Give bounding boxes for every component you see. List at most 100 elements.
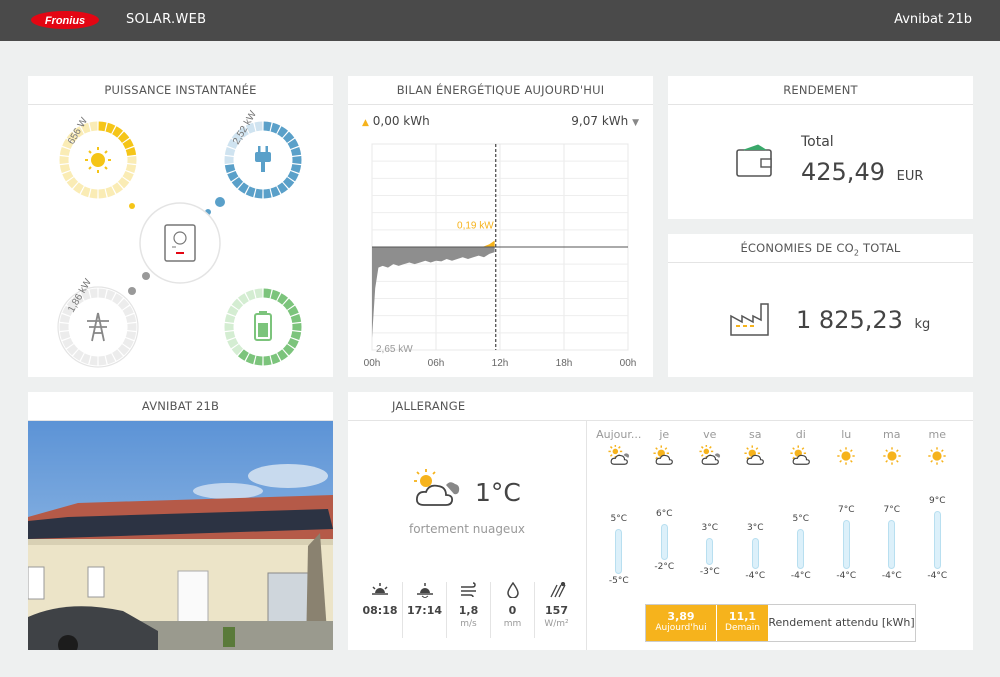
pv-flow-dot: [129, 203, 135, 209]
weather-card: JALLERANGE 1°C fortement nuageux 08:18 17…: [348, 392, 973, 650]
ring-segment: [245, 289, 256, 301]
forecast-day[interactable]: sa 3°C -4°C: [733, 428, 779, 598]
inverter-icon[interactable]: [164, 224, 196, 262]
ring-segment: [98, 188, 107, 199]
ring-segment: [245, 353, 256, 365]
ring-segment: [263, 121, 272, 132]
production-area: [372, 240, 495, 247]
ring-segment: [80, 186, 91, 198]
forecast-day[interactable]: lu 7°C -4°C: [824, 428, 870, 598]
x-tick-label: 06h: [428, 358, 445, 369]
site-name[interactable]: Avnibat 21b: [894, 12, 972, 27]
ring-segment: [62, 337, 74, 349]
yield-value-row: 425,49 EUR: [801, 158, 923, 186]
top-bar: Fronius SOLAR.WEB Avnibat 21b: [0, 0, 1000, 41]
energy-balance-chart[interactable]: 0,19 kW 2,65 kW 00h 06h 12h 18h 00h: [348, 132, 653, 377]
weather-detail-rain: 0 mm: [490, 581, 534, 638]
ring-segment: [277, 182, 289, 194]
ring-segment: [270, 186, 281, 198]
ring-segment: [122, 170, 134, 182]
ring-segment: [112, 126, 124, 138]
forecast-day-label: ma: [883, 428, 901, 441]
app-name[interactable]: SOLAR.WEB: [126, 12, 206, 27]
forecast-day[interactable]: ma 7°C -4°C: [869, 428, 915, 598]
load-flow-dot: [215, 197, 225, 207]
production-total: ▲ 0,00 kWh: [362, 114, 430, 128]
forecast-low: -4°C: [790, 571, 811, 581]
ring-segment: [80, 353, 91, 365]
ring-segment: [66, 177, 79, 189]
ring-segment: [117, 344, 130, 356]
ring-segment: [254, 288, 263, 299]
ring-segment: [105, 186, 116, 198]
ring-segment: [224, 330, 236, 341]
ring-segment: [231, 177, 244, 189]
ring-segment: [105, 122, 116, 134]
ring-segment: [125, 163, 137, 174]
forecast-low: -4°C: [927, 571, 948, 581]
forecast-day[interactable]: di 5°C -4°C: [778, 428, 824, 598]
ring-segment: [122, 305, 134, 317]
forecast-day[interactable]: ve 3°C -3°C: [687, 428, 733, 598]
produced-value: 0,00 kWh: [372, 114, 430, 128]
logo-text: Fronius: [45, 15, 85, 27]
forecast-high: 7°C: [837, 504, 855, 515]
ring-segment: [287, 305, 299, 317]
ring-segment: [98, 121, 107, 132]
temperature-range-bar: [797, 528, 805, 569]
ring-segment: [227, 170, 239, 182]
ring-segment: [122, 337, 134, 349]
ring-segment: [62, 170, 74, 182]
temperature-range-bar: [615, 528, 623, 574]
ring-segment: [277, 349, 289, 361]
co2-title: ÉCONOMIES DE CO2 TOTAL: [668, 234, 973, 263]
forecast-high: 3°C: [701, 522, 718, 533]
ring-segment: [237, 293, 249, 305]
grid-flow-dot: [142, 272, 150, 280]
sunny-icon: [928, 447, 946, 465]
forecast-low: -3°C: [699, 566, 720, 577]
forecast-low: -2°C: [654, 562, 675, 572]
co2-value: 1 825,23: [796, 306, 903, 334]
ring-segment: [112, 293, 124, 305]
ring-segment: [270, 353, 281, 365]
detail-value: 17:14: [406, 604, 442, 617]
ring-segment: [237, 182, 249, 194]
plug-icon: [255, 146, 271, 172]
temperature-range-bar: [706, 537, 714, 565]
power-flow-title: PUISSANCE INSTANTANÉE: [28, 76, 333, 105]
yield-unit: EUR: [896, 169, 924, 184]
sunny-icon: [837, 447, 855, 465]
weather-detail-wind: 1,8 m/s: [446, 582, 490, 638]
house-photo[interactable]: [28, 421, 333, 650]
load-power-label: 2,52 kW: [231, 109, 259, 147]
x-tick-label: 18h: [556, 358, 573, 369]
forecast-low: -4°C: [836, 571, 857, 581]
ring-segment: [231, 344, 244, 356]
expected-yield-box[interactable]: 3,89 Aujourd'hui 11,1 Demain Rendement a…: [645, 604, 916, 642]
ring-segment: [72, 182, 84, 194]
pylon-icon: [87, 312, 109, 342]
ring-segment: [282, 177, 295, 189]
forecast-day[interactable]: Aujour... 5°C -5°C: [596, 428, 642, 598]
ring-segment: [282, 344, 295, 356]
ring-segment: [227, 305, 239, 317]
co2-unit: kg: [914, 317, 931, 332]
ring-segment: [72, 349, 84, 361]
forecast-low: -4°C: [881, 571, 902, 581]
ring-segment: [117, 298, 130, 310]
ring-segment: [263, 288, 272, 299]
wallet-icon: [736, 144, 772, 177]
ring-segment: [112, 182, 124, 194]
ring-segment: [287, 337, 299, 349]
forecast-day-label: ve: [703, 428, 717, 441]
temperature-range-bar: [888, 519, 896, 569]
detail-value: 0: [508, 604, 517, 617]
forecast-day[interactable]: je 6°C -2°C: [642, 428, 688, 598]
ring-segment: [263, 188, 272, 199]
fronius-logo[interactable]: Fronius: [30, 10, 100, 30]
temperature-range-bar: [660, 524, 668, 560]
forecast-day[interactable]: me 9°C -4°C: [915, 428, 961, 598]
ring-segment: [282, 131, 295, 143]
power-flow-diagram: 656 W 2,52 kW 1,86 kW: [57, 109, 302, 368]
